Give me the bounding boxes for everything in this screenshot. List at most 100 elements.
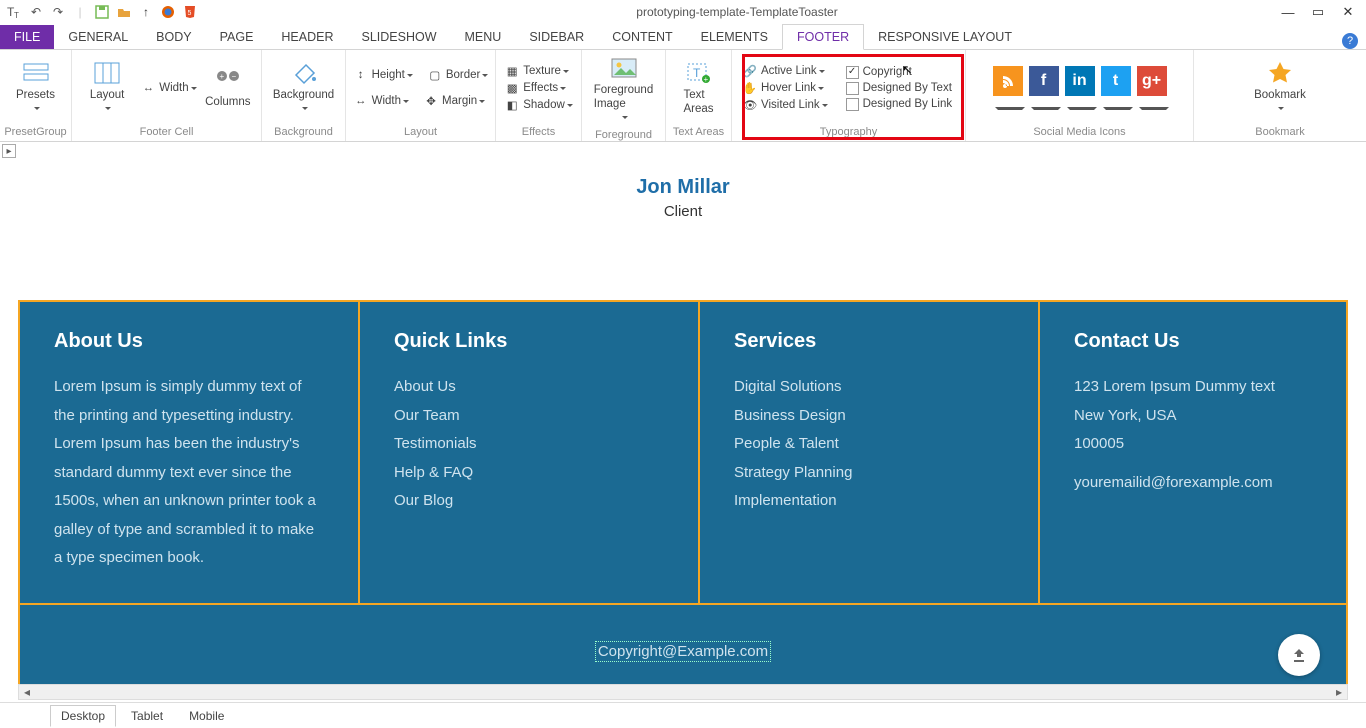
scroll-top-button[interactable] — [1278, 634, 1320, 676]
maximize-button[interactable]: ▭ — [1306, 4, 1330, 20]
height-button[interactable]: ↕Height — [351, 67, 415, 83]
expand-panel-button[interactable]: ▸ — [2, 144, 16, 158]
quick-item[interactable]: Our Blog — [394, 487, 664, 516]
redo-icon[interactable]: ↷ — [50, 4, 66, 20]
group-bookmark: Bookmark — [1194, 124, 1366, 141]
tab-body[interactable]: BODY — [142, 25, 205, 49]
quick-item[interactable]: Testimonials — [394, 430, 664, 459]
tab-file[interactable]: FILE — [0, 25, 54, 49]
foreground-image-button[interactable]: Foreground Image — [588, 52, 659, 127]
device-tablet[interactable]: Tablet — [120, 705, 174, 727]
googleplus-dropdown[interactable] — [1137, 100, 1167, 114]
columns-button[interactable]: +− Columns — [201, 64, 255, 112]
rss-dropdown[interactable] — [993, 100, 1023, 114]
designed-text-checkbox[interactable]: Designed By Text — [844, 81, 955, 96]
tab-content[interactable]: CONTENT — [598, 25, 686, 49]
person-role[interactable]: Client — [18, 203, 1348, 220]
texture-icon: ▦ — [504, 64, 520, 78]
visited-link-button[interactable]: 👁Visited Link — [740, 97, 830, 113]
footer-col-contact[interactable]: Contact Us 123 Lorem Ipsum Dummy text Ne… — [1040, 302, 1346, 603]
contact-email[interactable]: youremailid@forexample.com — [1074, 469, 1312, 498]
html5-icon[interactable]: 5 — [182, 4, 198, 20]
footer-col-quick[interactable]: Quick Links About Us Our Team Testimonia… — [360, 302, 700, 603]
quick-item[interactable]: About Us — [394, 373, 664, 402]
border-button[interactable]: ▢Border — [425, 67, 491, 83]
minimize-button[interactable]: — — [1276, 5, 1300, 20]
texture-button[interactable]: ▦Texture — [502, 63, 575, 79]
services-item[interactable]: Implementation — [734, 487, 1004, 516]
undo-icon[interactable]: ↶ — [28, 4, 44, 20]
tab-page[interactable]: PAGE — [206, 25, 268, 49]
person-name[interactable]: Jon Millar — [18, 176, 1348, 199]
save-icon[interactable] — [94, 4, 110, 20]
quick-item[interactable]: Help & FAQ — [394, 459, 664, 488]
horizontal-scrollbar[interactable]: ◂ ▸ — [18, 684, 1348, 700]
rss-icon[interactable] — [993, 66, 1023, 96]
group-footer-cell: Footer Cell — [72, 124, 261, 141]
about-title: About Us — [54, 330, 324, 353]
quick-item[interactable]: Our Team — [394, 402, 664, 431]
image-icon — [609, 54, 639, 82]
link-icon: 🔗 — [742, 64, 758, 78]
border-icon: ▢ — [427, 68, 443, 82]
close-button[interactable]: ✕ — [1336, 4, 1360, 20]
device-mobile[interactable]: Mobile — [178, 705, 235, 727]
copyright-checkbox[interactable]: Copyright — [844, 65, 955, 80]
group-background: Background — [262, 124, 345, 141]
width2-button[interactable]: ↔Width — [351, 93, 411, 109]
tab-elements[interactable]: ELEMENTS — [687, 25, 782, 49]
tab-slideshow[interactable]: SLIDESHOW — [348, 25, 451, 49]
scroll-right-icon[interactable]: ▸ — [1331, 685, 1347, 699]
copyright-text[interactable]: Copyright@Example.com — [595, 641, 771, 662]
presets-button[interactable]: Presets — [6, 57, 65, 119]
contact-addr3: 100005 — [1074, 430, 1312, 459]
visited-icon: 👁 — [742, 98, 758, 112]
services-item[interactable]: Digital Solutions — [734, 373, 1004, 402]
device-desktop[interactable]: Desktop — [50, 705, 116, 727]
twitter-dropdown[interactable] — [1101, 100, 1131, 114]
tab-responsive[interactable]: RESPONSIVE LAYOUT — [864, 25, 1026, 49]
tab-general[interactable]: GENERAL — [54, 25, 142, 49]
layout-button[interactable]: Layout — [78, 57, 136, 119]
linkedin-icon[interactable]: in — [1065, 66, 1095, 96]
tab-header[interactable]: HEADER — [267, 25, 347, 49]
tab-menu[interactable]: MENU — [451, 25, 516, 49]
linkedin-dropdown[interactable] — [1065, 100, 1095, 114]
firefox-icon[interactable] — [160, 4, 176, 20]
open-icon[interactable] — [116, 4, 132, 20]
quick-title: Quick Links — [394, 330, 664, 353]
footer-col-about[interactable]: About Us Lorem Ipsum is simply dummy tex… — [20, 302, 360, 603]
tab-footer[interactable]: FOOTER — [782, 24, 864, 50]
googleplus-icon[interactable]: g+ — [1137, 66, 1167, 96]
width-icon: ↔ — [353, 94, 369, 108]
layout-label: Layout — [90, 89, 125, 103]
active-link-button[interactable]: 🔗Active Link — [740, 63, 830, 79]
hover-link-button[interactable]: ✋Hover Link — [740, 80, 830, 96]
twitter-icon[interactable]: t — [1101, 66, 1131, 96]
services-item[interactable]: Business Design — [734, 402, 1004, 431]
ribbon-tabs: FILE GENERAL BODY PAGE HEADER SLIDESHOW … — [0, 24, 1366, 50]
help-icon[interactable]: ? — [1342, 33, 1358, 49]
text-tool-icon[interactable]: TT — [6, 4, 22, 20]
effects-button[interactable]: ▩Effects — [502, 80, 575, 96]
scroll-left-icon[interactable]: ◂ — [19, 685, 35, 699]
footer-col-services[interactable]: Services Digital Solutions Business Desi… — [700, 302, 1040, 603]
export-up-icon[interactable]: ↑ — [138, 4, 154, 20]
text-areas-button[interactable]: T+ Text Areas — [672, 57, 725, 119]
services-item[interactable]: People & Talent — [734, 430, 1004, 459]
width-button[interactable]: ↔ Width — [138, 80, 198, 96]
services-item[interactable]: Strategy Planning — [734, 459, 1004, 488]
facebook-icon[interactable]: f — [1029, 66, 1059, 96]
columns-icon: +− — [213, 66, 243, 94]
bookmark-button[interactable]: Bookmark — [1250, 57, 1310, 119]
background-button[interactable]: Background — [268, 57, 339, 119]
bookmark-label: Bookmark — [1254, 89, 1306, 103]
designed-link-checkbox[interactable]: Designed By Link — [844, 97, 955, 112]
hover-icon: ✋ — [742, 81, 758, 95]
tab-sidebar[interactable]: SIDEBAR — [515, 25, 598, 49]
facebook-dropdown[interactable] — [1029, 100, 1059, 114]
margin-button[interactable]: ✥Margin — [421, 93, 487, 109]
shadow-button[interactable]: ◧Shadow — [502, 97, 575, 113]
text-area-icon: T+ — [684, 59, 714, 87]
footer-preview[interactable]: About Us Lorem Ipsum is simply dummy tex… — [18, 300, 1348, 605]
